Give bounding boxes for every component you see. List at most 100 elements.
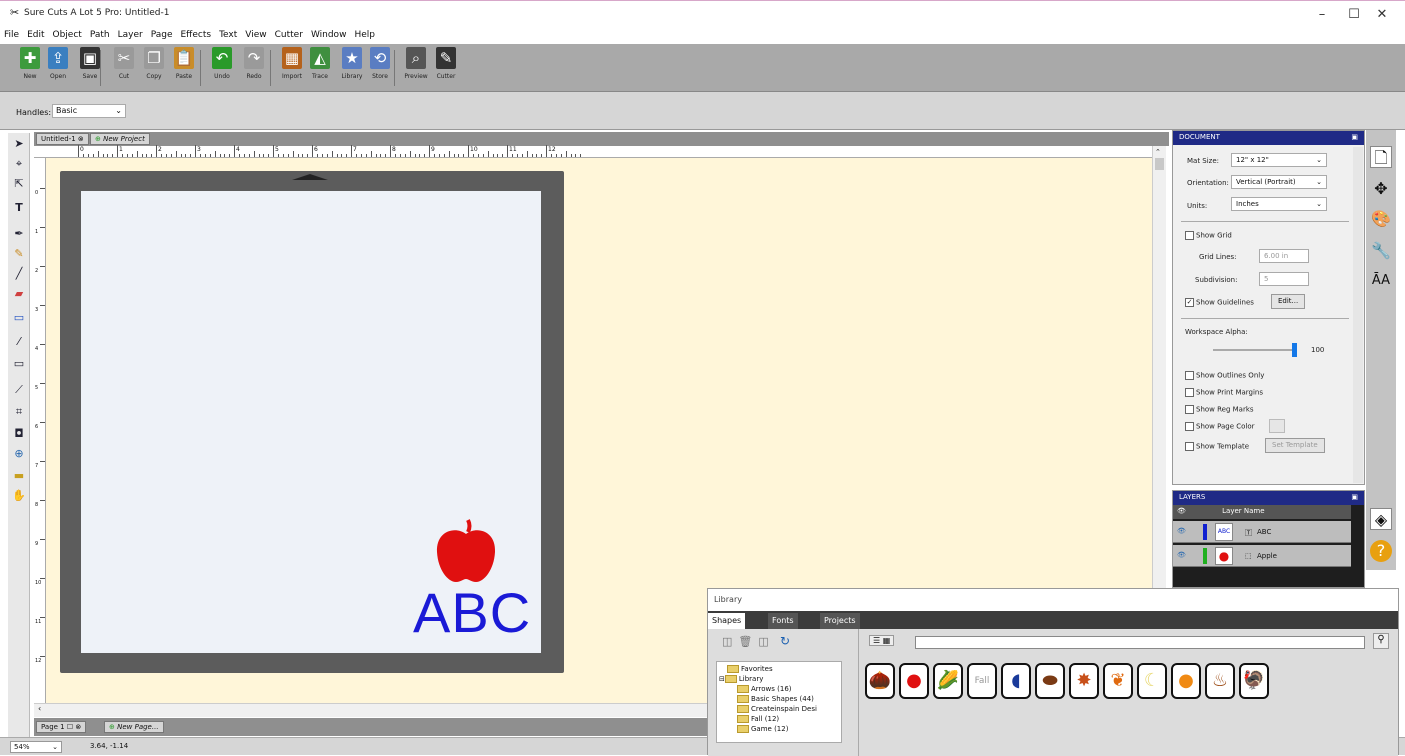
library-search-input[interactable] bbox=[915, 636, 1365, 649]
tree-node[interactable]: Arrows (16) bbox=[737, 685, 792, 693]
show-guidelines-checkbox[interactable]: ✓ Show Guidelines bbox=[1185, 298, 1254, 307]
store-button[interactable]: ⟲ Store bbox=[368, 47, 392, 80]
copy-button[interactable]: ❐ Copy bbox=[142, 47, 166, 80]
tree-node[interactable]: Fall (12) bbox=[737, 715, 779, 723]
turkey-dish-shape[interactable]: ♨ bbox=[1205, 663, 1235, 699]
close-page-icon[interactable]: ⊗ bbox=[75, 723, 81, 731]
pumpkin-shape[interactable]: ● bbox=[1171, 663, 1201, 699]
document-icon[interactable]: 🗋 bbox=[1370, 146, 1392, 168]
menu-cutter[interactable]: Cutter bbox=[271, 30, 307, 40]
menu-effects[interactable]: Effects bbox=[176, 30, 215, 40]
show-reg-marks-checkbox[interactable]: Show Reg Marks bbox=[1185, 405, 1254, 414]
menu-help[interactable]: Help bbox=[350, 30, 379, 40]
tree-node[interactable]: ⊟ Library bbox=[719, 675, 763, 683]
crop-tool-icon[interactable]: ⌗ bbox=[8, 403, 30, 421]
units-select[interactable]: Inches ⌄ bbox=[1231, 197, 1327, 211]
menu-edit[interactable]: Edit bbox=[23, 30, 48, 40]
menu-view[interactable]: View bbox=[241, 30, 270, 40]
cut-button[interactable]: ✂ Cut bbox=[112, 47, 136, 80]
layers-icon[interactable]: ◈ bbox=[1370, 508, 1392, 530]
visible-icon[interactable]: 👁 bbox=[1177, 527, 1186, 535]
view-toggle-icons[interactable]: ☰ ▦ bbox=[869, 635, 895, 646]
apple-shape[interactable]: ● bbox=[899, 663, 929, 699]
page-color-swatch[interactable] bbox=[1269, 419, 1285, 433]
hand-tool-icon[interactable]: ✋ bbox=[8, 487, 30, 505]
corn-shape[interactable]: 🌽 bbox=[933, 663, 963, 699]
menu-file[interactable]: File bbox=[0, 30, 23, 40]
eraser-tool-icon[interactable]: ▰ bbox=[8, 285, 30, 303]
menu-page[interactable]: Page bbox=[147, 30, 177, 40]
grid-lines-input[interactable]: 6.00 in bbox=[1259, 249, 1309, 263]
tab-fonts[interactable]: Fonts bbox=[768, 613, 798, 629]
maximize-button[interactable]: ☐ bbox=[1344, 7, 1364, 22]
abc-text-object[interactable]: ABC bbox=[413, 583, 531, 643]
set-template-button[interactable]: Set Template bbox=[1265, 438, 1325, 453]
tab-new-page[interactable]: ⊕ New Page... bbox=[104, 721, 164, 733]
panel-menu-icon[interactable]: ▣ bbox=[1351, 133, 1358, 141]
mat-size-select[interactable]: 12" x 12" ⌄ bbox=[1231, 153, 1327, 167]
moon-shape[interactable]: ☾ bbox=[1137, 663, 1167, 699]
maple-leaf-shape[interactable]: ✸ bbox=[1069, 663, 1099, 699]
tree-node[interactable]: Createinspain Desi bbox=[737, 705, 817, 713]
search-icon[interactable]: ⚲ bbox=[1373, 633, 1389, 649]
close-button[interactable]: ✕ bbox=[1372, 7, 1392, 22]
menu-layer[interactable]: Layer bbox=[114, 30, 147, 40]
eyedropper-tool-icon[interactable]: ⁄ bbox=[8, 333, 30, 351]
tab-untitled-1[interactable]: Untitled-1 ⊗ bbox=[36, 133, 89, 145]
brush-tool-icon[interactable]: ╱ bbox=[8, 265, 30, 283]
help-icon[interactable]: ? bbox=[1370, 540, 1392, 562]
football-shape[interactable]: ⬬ bbox=[1035, 663, 1065, 699]
tree-node[interactable]: Game (12) bbox=[737, 725, 788, 733]
pen-tool-icon[interactable]: ✒ bbox=[8, 225, 30, 243]
wrench-icon[interactable]: 🔧 bbox=[1370, 240, 1392, 262]
undo-button[interactable]: ↶ Undo bbox=[210, 47, 234, 80]
helmet-shape[interactable]: ◖ bbox=[1001, 663, 1031, 699]
subselect-tool-icon[interactable]: ⇱ bbox=[8, 175, 30, 193]
font-size-icon[interactable]: ĀA bbox=[1370, 270, 1392, 292]
rectangle-tool-icon[interactable]: ▭ bbox=[8, 355, 30, 373]
library-button[interactable]: ★ Library bbox=[340, 47, 364, 80]
library-action-icons[interactable]: ◫🗑◫ bbox=[722, 635, 775, 648]
paste-button[interactable]: 📋 Paste bbox=[172, 47, 196, 80]
subdivision-input[interactable]: 5 bbox=[1259, 272, 1309, 286]
apple-shape[interactable] bbox=[434, 518, 498, 584]
tree-node[interactable]: Basic Shapes (44) bbox=[737, 695, 814, 703]
select-tool-icon[interactable]: ➤ bbox=[8, 135, 30, 153]
layer-color[interactable] bbox=[1203, 548, 1207, 564]
move-icon[interactable]: ✥ bbox=[1370, 178, 1392, 200]
orientation-select[interactable]: Vertical (Portrait) ⌄ bbox=[1231, 175, 1327, 189]
fall-text-shape[interactable]: Fall bbox=[967, 663, 997, 699]
show-template-checkbox[interactable]: Show Template bbox=[1185, 442, 1249, 451]
import-button[interactable]: ▦ Import bbox=[280, 47, 304, 80]
minimize-button[interactable]: – bbox=[1312, 7, 1332, 22]
workspace-alpha-slider[interactable] bbox=[1213, 343, 1297, 357]
tab-new-project[interactable]: ⊕ New Project bbox=[90, 133, 150, 145]
text-tool-icon[interactable]: T bbox=[8, 199, 30, 217]
scroll-up-icon[interactable]: ⌃ bbox=[1155, 148, 1161, 156]
zoom-tool-icon[interactable]: ⊕ bbox=[8, 445, 30, 463]
turkey-shape[interactable]: 🦃 bbox=[1239, 663, 1269, 699]
measure-tool-icon[interactable]: ▬ bbox=[8, 467, 30, 485]
tab-shapes[interactable]: Shapes bbox=[708, 613, 746, 629]
slider-thumb[interactable] bbox=[1292, 343, 1297, 357]
show-outlines-checkbox[interactable]: Show Outlines Only bbox=[1185, 371, 1264, 380]
menu-object[interactable]: Object bbox=[49, 30, 86, 40]
menu-path[interactable]: Path bbox=[86, 30, 114, 40]
layer-row[interactable]: 👁 ABC 🅃 ABC bbox=[1173, 521, 1351, 543]
tab-projects[interactable]: Projects bbox=[820, 613, 860, 629]
palette-icon[interactable]: 🎨 bbox=[1370, 208, 1392, 230]
handles-select[interactable]: Basic ⌄ bbox=[52, 104, 126, 118]
menu-text[interactable]: Text bbox=[215, 30, 241, 40]
close-tab-icon[interactable]: ⊗ bbox=[78, 135, 84, 143]
show-grid-checkbox[interactable]: Show Grid bbox=[1185, 231, 1232, 240]
leaf-shape[interactable]: ❦ bbox=[1103, 663, 1133, 699]
new-button[interactable]: ✚ New bbox=[18, 47, 42, 80]
layer-row[interactable]: 👁 ● ⬚ Apple bbox=[1173, 545, 1351, 567]
layer-color[interactable] bbox=[1203, 524, 1207, 540]
edit-guidelines-button[interactable]: Edit... bbox=[1271, 294, 1306, 309]
acorn-shape[interactable]: 🌰 bbox=[865, 663, 895, 699]
save-button[interactable]: ▣ Save bbox=[78, 47, 102, 80]
menu-window[interactable]: Window bbox=[307, 30, 351, 40]
scroll-left-icon[interactable]: ‹ bbox=[38, 704, 41, 713]
open-button[interactable]: ⇪ Open bbox=[46, 47, 70, 80]
